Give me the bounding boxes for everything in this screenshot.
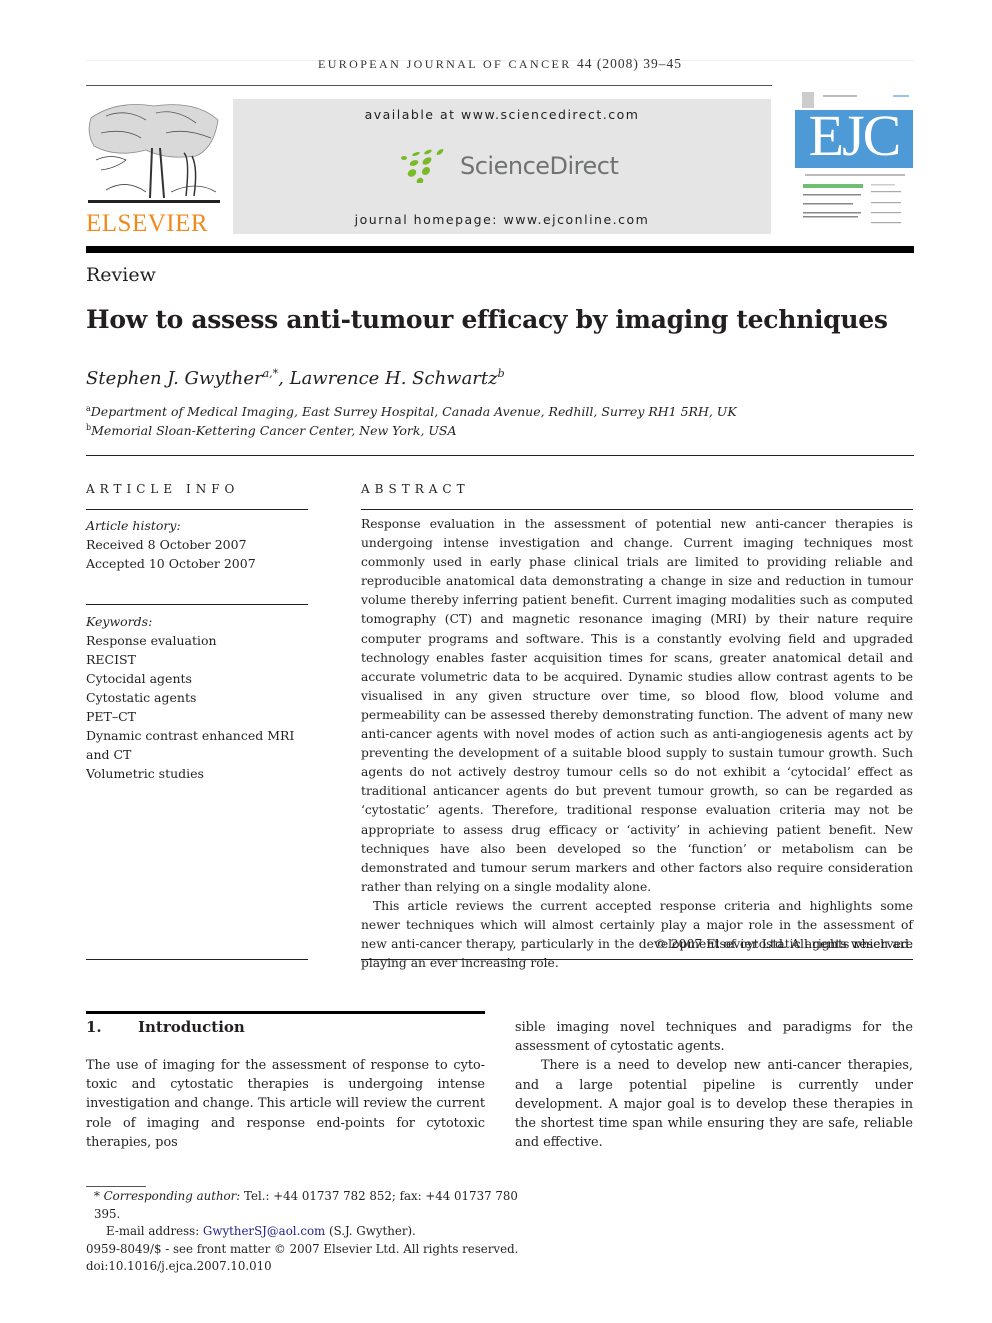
keyword[interactable]: and CT <box>86 745 308 764</box>
accepted-date: Accepted 10 October 2007 <box>86 556 256 571</box>
abstract-copyright: © 2007 Elsevier Ltd. All rights reserved… <box>654 936 913 951</box>
keyword[interactable]: Volumetric studies <box>86 764 308 783</box>
section-rule <box>86 1011 485 1014</box>
keywords-section: Keywords: Response evaluation RECIST Cyt… <box>86 612 308 783</box>
body-paragraph: The use of imaging for the assessment of… <box>86 1058 485 1150</box>
ejc-logo: EJC <box>808 103 902 168</box>
article-type: Review <box>86 264 156 286</box>
available-at-link[interactable]: available at www.sciencedirect.com <box>233 107 771 122</box>
body-paragraph: There is a need to develop new anti-canc… <box>515 1058 913 1151</box>
affiliation-text: Memorial Sloan-Kettering Cancer Center, … <box>91 423 457 439</box>
article-info-rule <box>86 509 308 510</box>
email-note: E-mail address: GwytherSJ@aol.com (S.J. … <box>86 1223 546 1241</box>
journal-homepage-link[interactable]: journal homepage: www.ejconline.com <box>233 212 771 227</box>
corresponding-author-note: * Corresponding author: Tel.: +44 01737 … <box>86 1188 546 1223</box>
keyword[interactable]: PET–CT <box>86 707 308 726</box>
email-label: E-mail address: <box>106 1224 200 1238</box>
email-link[interactable]: GwytherSJ@aol.com <box>203 1224 325 1238</box>
affiliation: aDepartment of Medical Imaging, East Sur… <box>86 404 737 419</box>
section-heading: 1. Introduction <box>86 1018 245 1036</box>
author-separator: , <box>278 368 290 389</box>
keyword[interactable]: Cytocidal agents <box>86 669 308 688</box>
footnote-rule <box>86 1186 146 1187</box>
body-paragraph: sible imaging novel techniques and parad… <box>515 1020 913 1055</box>
elsevier-tree-icon <box>88 104 220 203</box>
issn-line: 0959-8049/$ - see front matter © 2007 El… <box>86 1241 519 1256</box>
article-info-heading: ARTICLE INFO <box>86 482 240 496</box>
elsevier-logo-text: ELSEVIER <box>86 210 209 237</box>
abstract-bottom-rule <box>361 959 913 960</box>
author-affiliation-marker[interactable]: a,* <box>263 367 279 380</box>
abstract-heading: ABSTRACT <box>361 482 470 496</box>
body-column-left: The use of imaging for the assessment of… <box>86 1056 485 1152</box>
doi-line[interactable]: doi:10.1016/j.ejca.2007.10.010 <box>86 1258 546 1276</box>
running-header: EUROPEAN JOURNAL OF CANCER 44 (2008) 39–… <box>86 56 914 72</box>
article-title: How to assess anti-tumour efficacy by im… <box>86 305 888 334</box>
abstract-body: Response evaluation in the assessment of… <box>361 515 913 973</box>
author-affiliation-marker[interactable]: b <box>498 367 505 380</box>
author-name[interactable]: Lawrence H. Schwartz <box>290 368 498 389</box>
masthead-rule <box>86 246 914 253</box>
section-title: Introduction <box>138 1018 245 1036</box>
keyword[interactable]: Dynamic contrast enhanced MRI <box>86 726 308 745</box>
keyword[interactable]: RECIST <box>86 650 308 669</box>
article-history-label: Article history: <box>86 518 181 533</box>
abstract-rule <box>361 509 913 510</box>
header-rule <box>86 85 772 86</box>
sciencedirect-logo[interactable]: ScienceDirect <box>400 146 619 186</box>
keyword[interactable]: Cytostatic agents <box>86 688 308 707</box>
journal-name: EUROPEAN JOURNAL OF CANCER <box>317 57 572 71</box>
title-block-rule <box>86 455 914 456</box>
sciencedirect-banner: available at www.sciencedirect.com Scien… <box>233 99 771 234</box>
article-history: Article history: Received 8 October 2007… <box>86 516 308 573</box>
affiliation-text: Department of Medical Imaging, East Surr… <box>90 404 737 420</box>
corresponding-author-label: Corresponding author: <box>103 1189 241 1203</box>
volume-info: 44 (2008) 39–45 <box>577 56 683 71</box>
keywords-rule <box>86 604 308 605</box>
section-number: 1. <box>86 1018 102 1036</box>
keywords-label: Keywords: <box>86 614 153 629</box>
abstract-paragraph: Response evaluation in the assessment of… <box>361 517 913 894</box>
article-info-bottom-rule <box>86 959 308 960</box>
footnotes: * Corresponding author: Tel.: +44 01737 … <box>86 1188 546 1276</box>
sciencedirect-dots-icon <box>401 149 444 183</box>
author-list: Stephen J. Gwythera,*, Lawrence H. Schwa… <box>86 367 505 389</box>
affiliation: bMemorial Sloan-Kettering Cancer Center,… <box>86 423 456 438</box>
body-column-right: sible imaging novel techniques and parad… <box>515 1018 913 1152</box>
received-date: Received 8 October 2007 <box>86 537 247 552</box>
email-owner: (S.J. Gwyther). <box>328 1224 416 1238</box>
author-name[interactable]: Stephen J. Gwyther <box>86 368 263 389</box>
sciencedirect-wordmark: ScienceDirect <box>460 152 619 180</box>
keyword[interactable]: Response evaluation <box>86 631 308 650</box>
footnote-marker: * <box>94 1189 100 1203</box>
